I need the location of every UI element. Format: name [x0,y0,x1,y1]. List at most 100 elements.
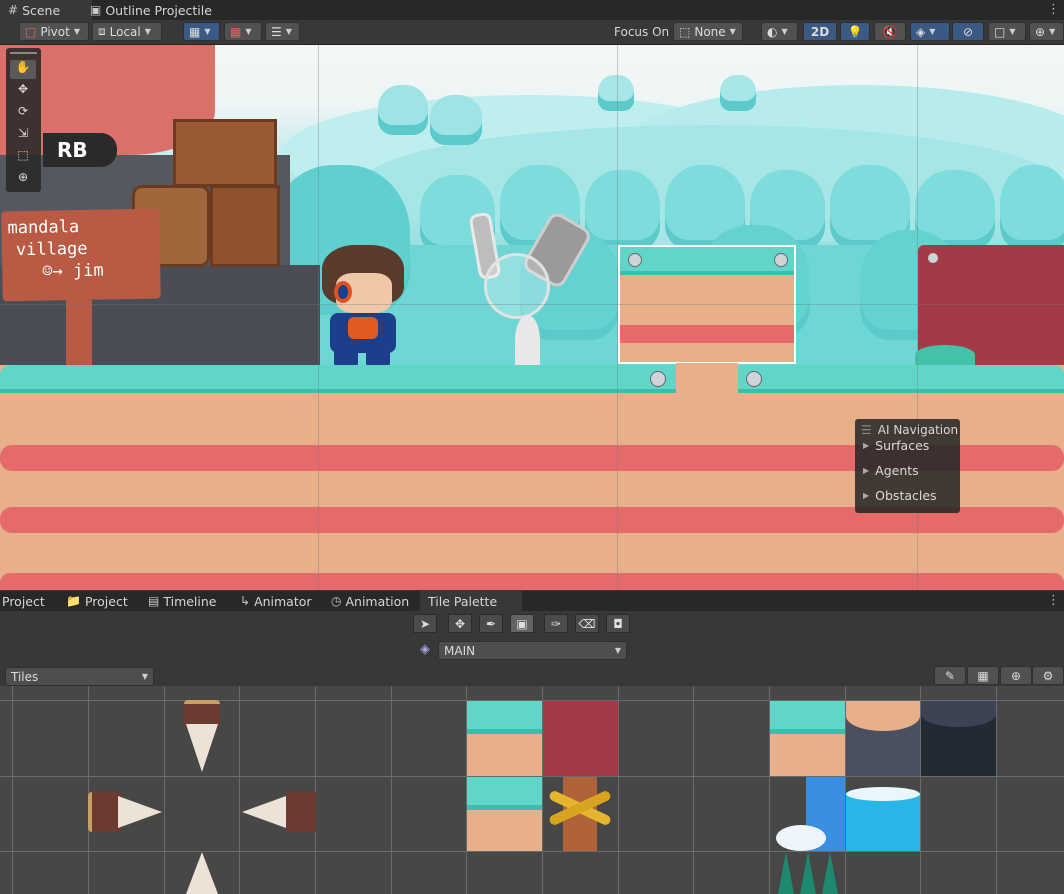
tile-spike-up[interactable] [180,852,224,894]
draw-mode-dropdown[interactable]: ◐ ▼ [761,22,798,41]
drag-handle[interactable] [10,52,37,54]
tile-palette-grid[interactable] [0,686,1064,894]
lighting-toggle[interactable]: 💡 [840,22,870,41]
tab-tile-palette[interactable]: Tile Palette [420,591,522,611]
tile-grass [620,247,794,275]
grid-snap-toggle[interactable]: ▦ ▼ [183,22,220,41]
snap-increment-icon: ☰ [271,24,282,39]
tile-spike-right[interactable] [88,790,164,834]
chevron-down-icon: ▼ [929,27,936,36]
gizmos-dropdown[interactable]: ⊕ ▼ [1029,22,1064,41]
sign-text: mandala village ☺→ jim [7,217,104,282]
tab-timeline[interactable]: ▤ Timeline [140,591,225,611]
move-tool-icon[interactable]: ✥ [10,82,36,101]
audio-toggle[interactable]: 🔇 [874,22,906,41]
local-dropdown[interactable]: ⧈ Local ▼ [92,22,162,41]
transform-tool-icon[interactable]: ⊕ [10,170,36,189]
background-tree [1000,165,1064,250]
player-character[interactable] [318,245,408,367]
picker-tool-icon[interactable]: ✑ [544,614,568,633]
palette-grid-toggle[interactable]: ▦ [967,666,999,685]
grid-icon: ▦ [230,24,242,39]
palette-layer-icon: ◈ [420,642,430,657]
drag-handle-icon: ☰ [861,423,872,437]
pencil-icon: ✎ [944,668,956,683]
chevron-down-icon: ▼ [1009,27,1016,36]
brush-tool-icon[interactable]: ✒ [479,614,503,633]
nav-item-agents[interactable]: ▶ Agents [863,463,919,478]
scale-tool-icon[interactable]: ⇲ [10,126,36,145]
tile-wood-rope[interactable] [543,777,618,851]
tile-water[interactable] [846,777,920,851]
palette-dropdown[interactable]: MAIN ▼ [438,641,627,660]
tile-grass-top-2[interactable] [467,777,542,851]
tab-project-a[interactable]: Project [0,591,53,611]
fill-tool-icon[interactable]: ◘ [606,614,630,633]
spike-blade [186,852,218,894]
ground-grass [0,365,1064,393]
box-fill-tool-icon[interactable]: ▣ [510,614,534,633]
tile-waterfall[interactable] [770,777,845,851]
hand-tool-icon[interactable]: ✋ [10,60,36,79]
tile-sand [620,275,794,362]
eraser-tool-icon[interactable]: ⌫ [575,614,599,633]
palette-grid-line [0,851,1064,852]
tab-animation[interactable]: ◷ Animation [323,591,417,611]
chevron-down-icon: ▼ [1049,27,1056,36]
nav-item-surfaces[interactable]: ▶ Surfaces [863,438,929,453]
nav-item-obstacles[interactable]: ▶ Obstacles [863,488,937,503]
grid-icon: ▦ [977,668,989,683]
water-surface [846,787,920,801]
ground-stripe [0,573,1064,590]
pivot-dropdown[interactable]: □ Pivot ▼ [19,22,89,41]
panel-menu-icon[interactable]: ⋮ [1047,593,1060,608]
edit-palette-button[interactable]: ✎ [934,666,966,685]
select-tool-icon[interactable]: ➤ [413,614,437,633]
palette-grid-line [164,686,165,894]
tab-outline-projectile[interactable]: ▣ Outline Projectile [82,0,220,20]
bottom-tabbar: Project 📁 Project ▤ Timeline ↳ Animator … [0,591,1064,611]
rotate-tool-icon[interactable]: ⟳ [10,104,36,123]
grid-visibility-toggle[interactable]: ▦ ▼ [224,22,262,41]
tab-scene[interactable]: # Scene [0,0,92,20]
rect-tool-icon[interactable]: ⬚ [10,148,36,167]
scene-grid-line [318,45,319,590]
tab-project-b[interactable]: 📁 Project [58,591,136,611]
brush-dropdown[interactable]: Tiles ▼ [5,667,154,686]
tile-dark-stone[interactable] [921,701,996,776]
palette-settings-button[interactable]: ⚙ [1032,666,1064,685]
tab-animator[interactable]: ↳ Animator [232,591,320,611]
tile-sand-stone[interactable] [846,701,920,776]
sign-post [66,300,92,365]
tile-red-block[interactable] [543,701,618,776]
move-tool-icon[interactable]: ✥ [448,614,472,633]
focus-on-dropdown[interactable]: ⬚ None ▼ [673,22,743,41]
tile-grass-top[interactable] [467,701,542,776]
bolt-icon [628,253,642,267]
scene-visibility-toggle[interactable]: ⊘ [952,22,984,41]
selection-box-icon: ⬚ [679,24,691,39]
green-spike [822,852,838,894]
ground-gap [676,363,738,409]
tile-green-spikes[interactable] [770,852,845,894]
bolt-icon [746,371,762,387]
2d-toggle-button[interactable]: 2D [803,22,837,41]
scene-menu-icon[interactable]: ⋮ [1047,2,1060,17]
tile-spike-down[interactable] [180,700,224,776]
scene-grid-line [0,304,1064,305]
tile-grass-top-3[interactable] [770,701,845,776]
bolt-icon [774,253,788,267]
speaker-muted-icon: 🔇 [882,24,898,39]
ai-navigation-header[interactable]: ☰ AI Navigation [861,423,958,437]
triangle-right-icon: ▶ [863,466,870,475]
palette-gizmo-toggle[interactable]: ⊕ [1000,666,1032,685]
village-sign: mandala village ☺→ jim [1,208,161,302]
tile-spike-left[interactable] [240,790,316,834]
wooden-crate [210,185,280,267]
tile-grass [467,777,542,810]
effects-dropdown[interactable]: ◈ ▼ [910,22,950,41]
gizmo-icon: ⊕ [1035,24,1046,39]
camera-dropdown[interactable]: □ ▼ [988,22,1026,41]
scene-view[interactable]: ✋ ✥ ⟳ ⇲ ⬚ ⊕ RB mandala village ☺→ jim ☰ … [0,45,1064,590]
increment-snap-dropdown[interactable]: ☰ ▼ [265,22,300,41]
